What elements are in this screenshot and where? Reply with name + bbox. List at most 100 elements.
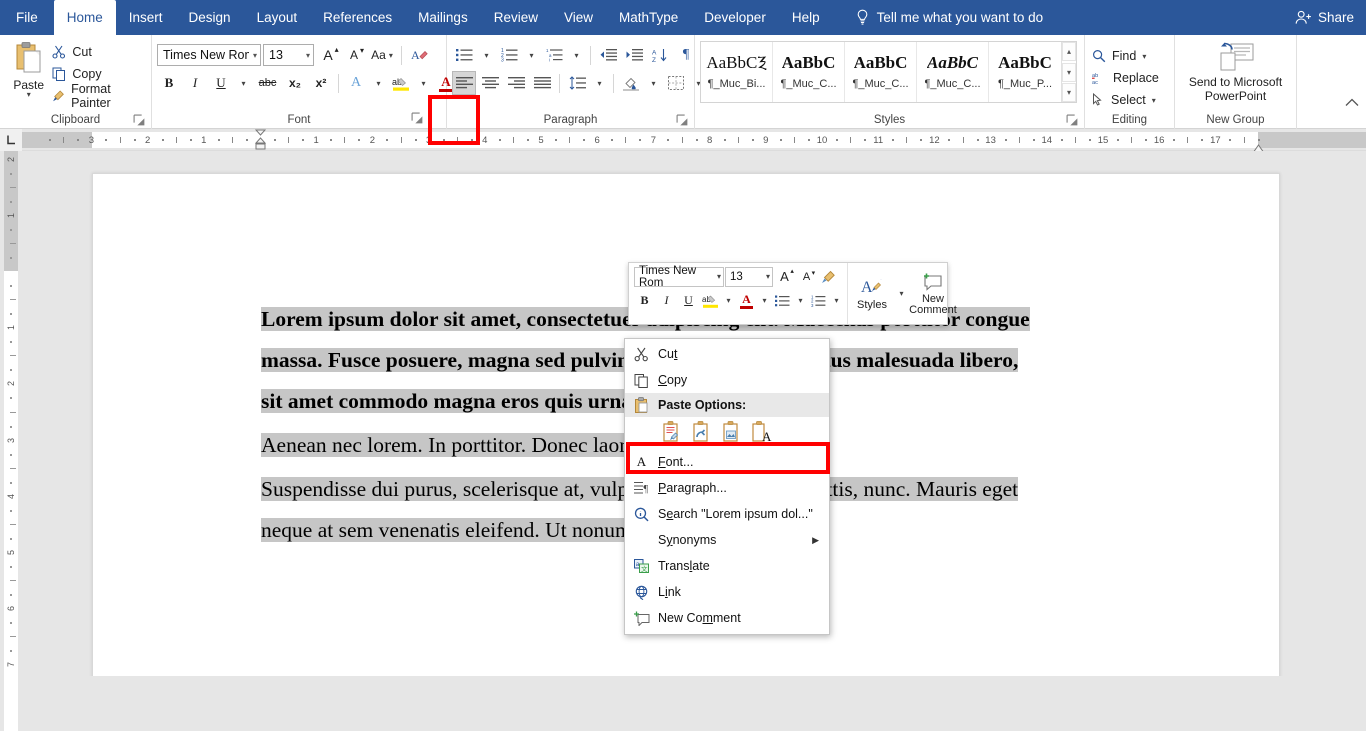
copy-button[interactable]: Copy (52, 65, 146, 83)
change-case-caret[interactable]: ▾ (386, 51, 393, 60)
mini-numbering-button[interactable]: 1 2 3 (808, 290, 829, 311)
mini-bullets-button[interactable] (772, 290, 793, 311)
mini-font-color-caret[interactable]: ▾ (758, 290, 771, 311)
subscript-button[interactable]: x₂ (283, 71, 307, 95)
keep-text-only-icon[interactable]: A (751, 420, 773, 444)
mini-formatting-toolbar[interactable]: Times New Rom ▾ 13 ▾ A ▴ A ▾ B I U ab ▾ … (628, 262, 957, 325)
font-name-caret[interactable]: ▾ (249, 51, 257, 60)
numbering-button[interactable]: 1 2 3 (497, 43, 521, 67)
format-painter-button[interactable]: Format Painter (52, 82, 146, 110)
find-button[interactable]: Find ▾ (1092, 45, 1146, 67)
mini-font-size-combo[interactable]: 13 ▾ (725, 266, 773, 287)
select-button[interactable]: Select ▾ (1092, 89, 1156, 111)
align-center-button[interactable] (478, 71, 502, 95)
shrink-font-button[interactable]: A ▾ (342, 43, 366, 67)
right-indent-marker[interactable] (1253, 140, 1264, 152)
align-right-button[interactable] (504, 71, 528, 95)
styles-dialog-launcher[interactable] (1066, 114, 1079, 127)
tab-layout[interactable]: Layout (244, 0, 311, 35)
tab-home[interactable]: Home (53, 0, 116, 35)
paste-dropdown-caret[interactable]: ▾ (27, 91, 31, 99)
borders-button[interactable] (664, 71, 688, 95)
keep-source-formatting-icon[interactable] (661, 420, 683, 444)
multilevel-list-caret[interactable]: ▾ (568, 43, 585, 67)
styles-scroll-down[interactable]: ▾ (1062, 62, 1076, 82)
justify-button[interactable] (530, 71, 554, 95)
mini-bullets-caret[interactable]: ▾ (794, 290, 807, 311)
mini-font-color-button[interactable]: A (736, 290, 757, 311)
tab-mathtype[interactable]: MathType (606, 0, 691, 35)
styles-more-button[interactable]: ▾ (1062, 83, 1076, 102)
styles-scroll-up[interactable]: ▴ (1062, 42, 1076, 61)
increase-indent-button[interactable] (622, 43, 646, 67)
font-size-combo[interactable]: 13 ▾ (263, 44, 314, 66)
style-item-0[interactable]: AaBbCⲜ ¶_Muc_Bi... (701, 42, 773, 102)
style-item-1[interactable]: AaBbC ¶_Muc_C... (773, 42, 845, 102)
grow-font-button[interactable]: A ▴ (316, 43, 340, 67)
tab-view[interactable]: View (551, 0, 606, 35)
context-menu-item-synonyms[interactable]: Synonyms ▶ (625, 527, 829, 553)
font-name-combo[interactable]: Times New Roma ▾ (157, 44, 261, 66)
tab-mailings[interactable]: Mailings (405, 0, 481, 35)
tab-stop-selector[interactable] (0, 128, 22, 151)
styles-scroll-controls[interactable]: ▴ ▾ ▾ (1061, 42, 1076, 102)
picture-icon[interactable] (721, 420, 743, 444)
tab-insert[interactable]: Insert (116, 0, 176, 35)
merge-formatting-icon[interactable] (691, 420, 713, 444)
mini-font-name-combo[interactable]: Times New Rom ▾ (634, 265, 724, 289)
mini-shrink-font-button[interactable]: A ▾ (796, 266, 817, 287)
bullets-caret[interactable]: ▾ (478, 43, 495, 67)
style-item-2[interactable]: AaBbC ¶_Muc_C... (845, 42, 917, 102)
tab-developer[interactable]: Developer (691, 0, 779, 35)
underline-button[interactable]: U (209, 71, 233, 95)
superscript-button[interactable]: x² (309, 71, 333, 95)
text-effects-button[interactable]: A (344, 71, 368, 95)
change-case-button[interactable]: Aa ▾ (368, 43, 396, 67)
clear-formatting-button[interactable]: A (407, 43, 431, 67)
style-item-3[interactable]: AaBbC ¶_Muc_C... (917, 42, 989, 102)
mini-styles-caret[interactable]: ▾ (896, 283, 907, 304)
mini-italic-button[interactable]: I (656, 290, 677, 311)
underline-caret[interactable]: ▾ (235, 71, 252, 95)
tab-design[interactable]: Design (176, 0, 244, 35)
mini-underline-button[interactable]: U (678, 290, 699, 311)
tab-help[interactable]: Help (779, 0, 833, 35)
context-menu-item-font[interactable]: A Font... (625, 449, 829, 475)
context-menu-item-copy[interactable]: Copy (625, 367, 829, 393)
context-menu-item-translate[interactable]: a 文 Translate (625, 553, 829, 579)
bold-button[interactable]: B (157, 71, 181, 95)
line-spacing-caret[interactable]: ▾ (591, 71, 608, 95)
mini-new-comment-button[interactable]: New Comment (907, 263, 959, 324)
mini-format-painter-button[interactable] (818, 266, 839, 287)
context-menu[interactable]: Cut Copy Paste Options: A A Font... ¶ Pa… (624, 338, 830, 635)
context-menu-item-cut[interactable]: Cut (625, 341, 829, 367)
decrease-indent-button[interactable] (596, 43, 620, 67)
font-dialog-launcher[interactable] (411, 112, 424, 125)
font-size-caret[interactable]: ▾ (302, 51, 310, 60)
cut-button[interactable]: Cut (52, 43, 146, 61)
vertical-ruler[interactable]: 2 1 1 2 3 4 5 6 7 (0, 151, 22, 731)
line-spacing-button[interactable] (565, 71, 589, 95)
bullets-button[interactable] (452, 43, 476, 67)
horizontal-ruler[interactable]: 3 2 1 1 2 3 4 5 6 7 8 9 10 11 12 13 14 15 16 17 (0, 128, 1366, 152)
share-button[interactable]: Share (1295, 0, 1354, 35)
context-menu-item-paragraph[interactable]: ¶ Paragraph... (625, 475, 829, 501)
tell-me-search[interactable]: Tell me what you want to do (855, 0, 1043, 35)
mini-highlight-caret[interactable]: ▾ (722, 290, 735, 311)
mini-highlight-button[interactable]: ab (700, 290, 721, 311)
find-caret[interactable]: ▾ (1142, 52, 1146, 61)
context-menu-item-link[interactable]: Link (625, 579, 829, 605)
collapse-ribbon-button[interactable] (1345, 98, 1359, 110)
text-highlight-button[interactable]: ab (389, 71, 413, 95)
paragraph-dialog-launcher[interactable] (676, 114, 689, 127)
mini-styles-button[interactable]: A Styles (848, 263, 896, 324)
select-caret[interactable]: ▾ (1152, 96, 1156, 105)
clipboard-dialog-launcher[interactable] (133, 114, 146, 127)
mini-numbering-caret[interactable]: ▾ (830, 290, 843, 311)
replace-button[interactable]: ab ac Replace (1092, 67, 1159, 89)
tab-file[interactable]: File (0, 0, 54, 35)
send-to-powerpoint-button[interactable]: Send to Microsoft PowerPoint (1180, 38, 1291, 103)
sort-button[interactable]: A Z (648, 43, 672, 67)
shading-caret[interactable]: ▾ (645, 71, 662, 95)
mini-grow-font-button[interactable]: A ▴ (774, 266, 795, 287)
